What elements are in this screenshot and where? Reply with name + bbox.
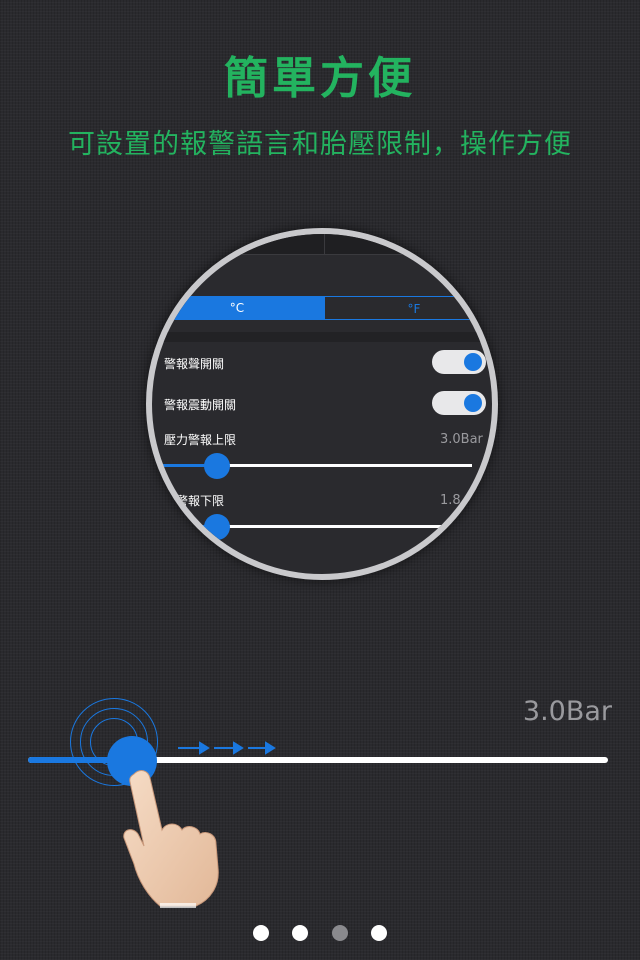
page-dot-3[interactable]: [331, 925, 348, 941]
arrow-right-icon: [178, 741, 276, 755]
page-indicator: [0, 925, 640, 945]
celsius-segment[interactable]: °C: [152, 296, 324, 320]
pressure-upper-value: 3.0Bar: [440, 432, 483, 447]
page-subtitle: 可設置的報警語言和胎壓限制，操作方便: [68, 129, 572, 160]
alarm-vibration-toggle[interactable]: [432, 391, 486, 415]
pressure-lower-value: 1.8: [440, 493, 461, 508]
pressure-upper-label: 壓力警報上限: [164, 433, 237, 447]
page-dot-1[interactable]: [253, 925, 270, 941]
alarm-vibration-label: 警報震動開關: [164, 398, 237, 412]
pressure-lower-label: 力警報下限: [164, 494, 225, 508]
page-title: 簡單方便: [224, 53, 416, 104]
alarm-sound-toggle[interactable]: [432, 350, 486, 374]
alarm-sound-label: 警報聲開關: [164, 357, 225, 371]
toggle-knob: [464, 353, 482, 371]
demo-slider-value: 3.0Bar: [522, 696, 612, 727]
magnifier-lens: °C °F 警報聲開關 警報震動開關 壓力警報上限 3.0Bar 力警報下限 1…: [146, 228, 498, 580]
hand-pointer-icon: [123, 770, 219, 908]
toggle-knob: [464, 394, 482, 412]
page-dot-4[interactable]: [370, 925, 387, 941]
lens-top-tabs: [152, 234, 492, 255]
section-divider: [152, 332, 492, 342]
page-dot-2[interactable]: [292, 925, 309, 941]
fahrenheit-segment[interactable]: °F: [324, 296, 492, 320]
pressure-upper-thumb[interactable]: [204, 453, 230, 479]
pressure-lower-thumb[interactable]: [204, 514, 230, 540]
